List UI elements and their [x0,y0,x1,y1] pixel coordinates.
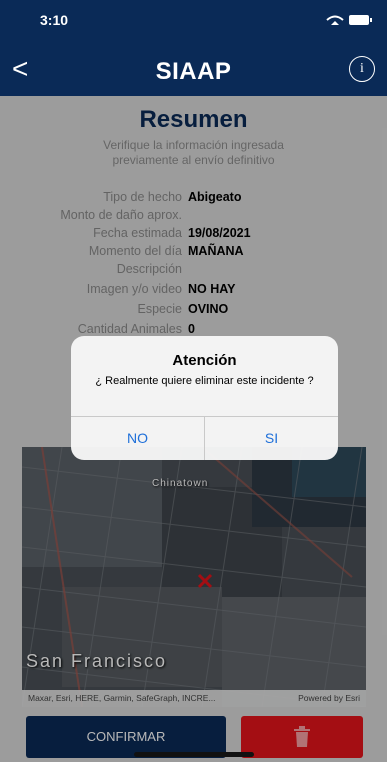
info-button[interactable]: i [349,56,375,82]
wifi-icon [326,15,344,25]
dialog-message: ¿ Realmente quiere eliminar este inciden… [95,375,314,387]
dialog-yes-button[interactable]: SI [205,417,338,460]
info-icon: i [360,61,364,76]
status-time: 3:10 [40,12,69,28]
alert-dialog: Atención ¿ Realmente quiere eliminar est… [71,336,338,460]
battery-icon [349,15,372,25]
status-bar: 3:10 [0,0,387,44]
navbar: < SIAAP i [0,44,387,96]
dialog-title: Atención [172,352,237,369]
page-title: SIAAP [155,58,232,85]
home-indicator [134,752,254,757]
status-icons [326,15,372,25]
dialog-no-button[interactable]: NO [71,417,204,460]
